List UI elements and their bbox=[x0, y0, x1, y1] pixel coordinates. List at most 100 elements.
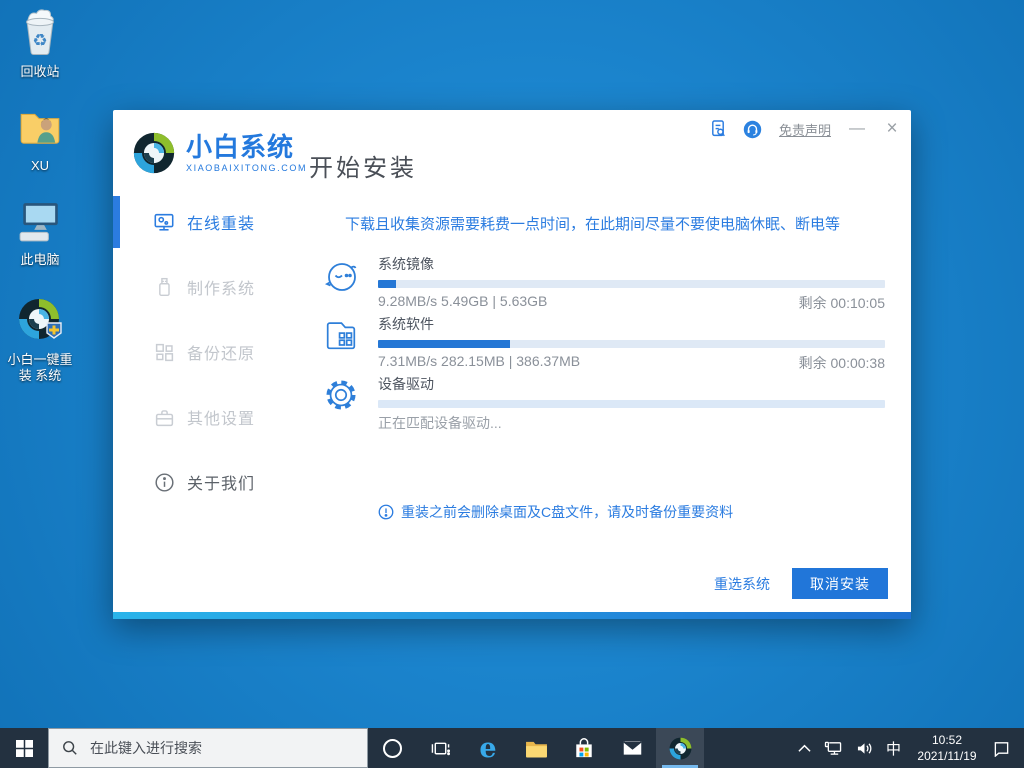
sidebar-item-online-reinstall[interactable]: 在线重装 bbox=[113, 196, 301, 248]
backup-grid-icon bbox=[153, 342, 175, 363]
xiaobai-logo-icon bbox=[131, 130, 177, 176]
start-button[interactable] bbox=[0, 728, 48, 768]
titlebar-controls: 免责声明 — × bbox=[710, 118, 901, 140]
task-title: 系统软件 bbox=[378, 314, 885, 334]
reselect-system-button[interactable]: 重选系统 bbox=[714, 574, 770, 594]
task-title: 系统镜像 bbox=[378, 254, 885, 274]
progress-bar-device-driver bbox=[378, 400, 885, 408]
download-stats: 7.31MB/s 282.15MB | 386.37MB bbox=[378, 353, 580, 373]
tray-network-icon[interactable] bbox=[822, 728, 845, 768]
install-note: 下载且收集资源需要耗费一点时间，在此期间尽量不要使电脑休眠、断电等 bbox=[345, 213, 840, 234]
task-row-system-software: 系统软件 7.31MB/s 282.15MB | 386.37MB 剩余 00:… bbox=[301, 314, 911, 374]
disclaimer-link[interactable]: 免责声明 bbox=[779, 120, 831, 139]
sidebar-item-about-us[interactable]: 关于我们 bbox=[113, 456, 301, 508]
active-indicator bbox=[113, 196, 120, 248]
progress-fill bbox=[378, 280, 396, 288]
install-progress-panel: 下载且收集资源需要耗费一点时间，在此期间尽量不要使电脑休眠、断电等 bbox=[301, 196, 911, 612]
footer-actions: 重选系统 取消安装 bbox=[714, 568, 888, 599]
close-button[interactable]: × bbox=[883, 118, 901, 140]
sidebar-item-backup-restore[interactable]: 备份还原 bbox=[113, 326, 301, 378]
tray-clock[interactable]: 10:52 2021/11/19 bbox=[912, 728, 982, 768]
tray-ime-indicator[interactable]: 中 bbox=[884, 728, 903, 768]
xiaobai-installer-window: 小白系统 XIAOBAIXITONG.COM 开始安装 bbox=[113, 110, 911, 619]
time-remaining: 剩余 00:00:38 bbox=[799, 353, 885, 373]
file-explorer-icon bbox=[525, 739, 548, 758]
warning-icon bbox=[378, 504, 394, 520]
sidebar-item-label: 在线重装 bbox=[187, 210, 255, 234]
logo-title: 小白系统 bbox=[186, 134, 307, 160]
backup-warning: 重装之前会删除桌面及C盘文件，请及时备份重要资料 bbox=[378, 502, 733, 522]
task-main: 设备驱动 正在匹配设备驱动... bbox=[378, 374, 885, 433]
sidebar-item-make-system[interactable]: 制作系统 bbox=[113, 261, 301, 313]
file-explorer-button[interactable] bbox=[512, 728, 560, 768]
sidebar-item-label: 备份还原 bbox=[187, 340, 255, 364]
task-view-button[interactable] bbox=[416, 728, 464, 768]
system-tray: 中 10:52 2021/11/19 bbox=[796, 728, 1024, 768]
xiaobai-logo-icon bbox=[16, 296, 64, 344]
task-main: 系统软件 7.31MB/s 282.15MB | 386.37MB 剩余 00:… bbox=[378, 314, 885, 373]
task-stats: 7.31MB/s 282.15MB | 386.37MB 剩余 00:00:38 bbox=[378, 353, 885, 373]
search-icon bbox=[62, 740, 78, 756]
mascot-face-icon bbox=[322, 256, 362, 296]
store-icon bbox=[574, 738, 594, 759]
info-icon bbox=[153, 472, 175, 493]
software-folder-icon bbox=[322, 316, 362, 356]
desktop: ♻ 回收站 XU 此电脑 bbox=[0, 0, 1024, 768]
xiaobai-app-taskbar-button[interactable] bbox=[656, 728, 704, 768]
minimize-button[interactable]: — bbox=[848, 120, 866, 138]
microsoft-store-button[interactable] bbox=[560, 728, 608, 768]
task-title: 设备驱动 bbox=[378, 374, 885, 394]
search-placeholder: 在此键入进行搜索 bbox=[90, 738, 202, 758]
progress-bar-system-software bbox=[378, 340, 885, 348]
svg-text:♻: ♻ bbox=[32, 31, 47, 50]
desktop-icon-xiaobai-app[interactable]: 小白一键重装 系统 bbox=[3, 296, 77, 385]
disclaimer-doc-icon[interactable] bbox=[710, 119, 726, 139]
user-folder-icon bbox=[17, 104, 63, 150]
desktop-icon-label: 回收站 bbox=[3, 64, 77, 80]
mail-icon bbox=[622, 739, 643, 757]
progress-fill bbox=[378, 340, 510, 348]
window-bottom-accent bbox=[113, 612, 911, 619]
sidebar-item-label: 其他设置 bbox=[187, 405, 255, 429]
support-headset-icon[interactable] bbox=[743, 120, 762, 139]
sidebar-item-other-settings[interactable]: 其他设置 bbox=[113, 391, 301, 443]
sidebar: 在线重装 制作系统 bbox=[113, 196, 301, 612]
desktop-icon-this-pc[interactable]: 此电脑 bbox=[3, 200, 77, 268]
app-logo: 小白系统 XIAOBAIXITONG.COM bbox=[131, 130, 307, 176]
tray-chevron-up-icon[interactable] bbox=[796, 728, 813, 768]
desktop-icon-recycle-bin[interactable]: ♻ 回收站 bbox=[3, 8, 77, 80]
sidebar-item-label: 制作系统 bbox=[187, 275, 255, 299]
taskbar-search-input[interactable]: 在此键入进行搜索 bbox=[48, 728, 368, 768]
tray-volume-icon[interactable] bbox=[854, 728, 875, 768]
progress-bar-system-image bbox=[378, 280, 885, 288]
page-title: 开始安装 bbox=[309, 148, 417, 183]
recycle-bin-icon: ♻ bbox=[17, 8, 63, 56]
desktop-icon-label: 此电脑 bbox=[3, 252, 77, 268]
taskbar: 在此键入进行搜索 e bbox=[0, 728, 1024, 768]
edge-icon: e bbox=[479, 733, 496, 764]
cancel-install-button[interactable]: 取消安装 bbox=[792, 568, 888, 599]
this-pc-icon bbox=[17, 200, 63, 244]
windows-logo-icon bbox=[16, 740, 33, 757]
clock-date: 2021/11/19 bbox=[917, 749, 976, 763]
desktop-icon-user-folder[interactable]: XU bbox=[3, 104, 77, 174]
clock-time: 10:52 bbox=[932, 733, 962, 747]
task-stats: 9.28MB/s 5.49GB | 5.63GB 剩余 00:10:05 bbox=[378, 293, 885, 313]
gear-icon bbox=[322, 376, 362, 416]
desktop-icon-label: XU bbox=[3, 158, 77, 174]
logo-text: 小白系统 XIAOBAIXITONG.COM bbox=[186, 134, 307, 173]
edge-browser-button[interactable]: e bbox=[464, 728, 512, 768]
desktop-icon-label: 小白一键重装 系统 bbox=[3, 352, 77, 385]
task-main: 系统镜像 9.28MB/s 5.49GB | 5.63GB 剩余 00:10:0… bbox=[378, 254, 885, 313]
driver-status-text: 正在匹配设备驱动... bbox=[378, 413, 885, 433]
usb-drive-icon bbox=[153, 276, 175, 298]
mail-button[interactable] bbox=[608, 728, 656, 768]
task-row-system-image: 系统镜像 9.28MB/s 5.49GB | 5.63GB 剩余 00:10:0… bbox=[301, 254, 911, 314]
window-header: 小白系统 XIAOBAIXITONG.COM 开始安装 bbox=[113, 110, 911, 196]
time-remaining: 剩余 00:10:05 bbox=[799, 293, 885, 313]
cortana-button[interactable] bbox=[368, 728, 416, 768]
warning-text: 重装之前会删除桌面及C盘文件，请及时备份重要资料 bbox=[401, 502, 733, 522]
action-center-icon[interactable] bbox=[991, 728, 1012, 768]
task-view-icon bbox=[431, 739, 450, 758]
online-reinstall-icon bbox=[153, 211, 175, 233]
